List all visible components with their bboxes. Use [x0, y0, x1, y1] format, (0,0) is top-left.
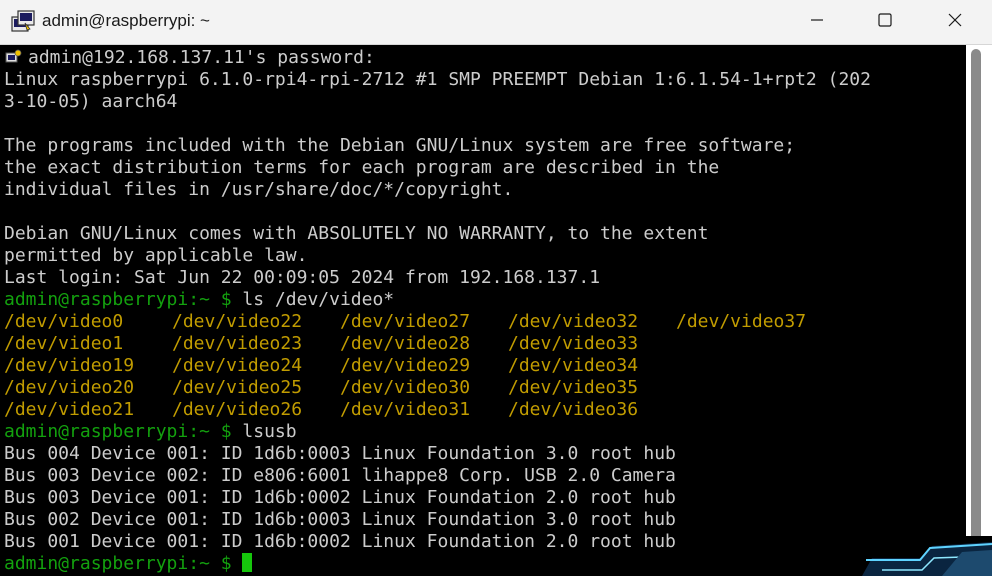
motd-line-2: the exact distribution terms for each pr… — [4, 157, 720, 178]
text-cursor — [242, 553, 253, 572]
shell-prompt: admin@raspberrypi:~ $ — [4, 553, 243, 574]
device-entry: /dev/video32 — [508, 311, 639, 332]
lsusb-output-line: Bus 003 Device 002: ID e806:6001 lihappe… — [4, 465, 676, 486]
command-line-current[interactable]: admin@raspberrypi:~ $ — [4, 553, 966, 575]
warranty-line-1: Debian GNU/Linux comes with ABSOLUTELY N… — [4, 223, 709, 244]
title-bar[interactable]: admin@raspberrypi: ~ — [0, 0, 992, 45]
close-button[interactable] — [920, 0, 990, 44]
device-entry: /dev/video22 — [172, 311, 303, 332]
terminal-window: admin@raspberrypi: ~ admin@192.168.137.1… — [0, 0, 992, 576]
ls-output-row: /dev/video19/dev/video24/dev/video29/dev… — [4, 355, 966, 377]
device-entry: /dev/video0 — [4, 311, 124, 332]
device-entry: /dev/video31 — [340, 399, 471, 420]
window-title: admin@raspberrypi: ~ — [42, 11, 210, 30]
device-entry: /dev/video24 — [172, 355, 303, 376]
device-entry: /dev/video29 — [340, 355, 471, 376]
device-entry: /dev/video28 — [340, 333, 471, 354]
command-line-2: admin@raspberrypi:~ $ lsusb — [4, 421, 966, 443]
device-entry: /dev/video37 — [676, 311, 807, 332]
device-entry: /dev/video33 — [508, 333, 639, 354]
password-prompt-line: admin@192.168.137.11's password: — [4, 47, 966, 69]
lsusb-output-line: Bus 002 Device 001: ID 1d6b:0003 Linux F… — [4, 509, 676, 530]
terminal-output[interactable]: admin@192.168.137.11's password: Linux r… — [0, 45, 966, 576]
minimize-button[interactable] — [782, 0, 852, 44]
key-icon — [4, 48, 22, 66]
device-entry: /dev/video20 — [4, 377, 135, 398]
device-entry: /dev/video36 — [508, 399, 639, 420]
maximize-button[interactable] — [850, 0, 920, 44]
shell-prompt: admin@raspberrypi:~ $ — [4, 421, 243, 442]
ls-output-row: /dev/video1/dev/video23/dev/video28/dev/… — [4, 333, 966, 355]
password-prompt: admin@192.168.137.11's password: — [28, 47, 375, 68]
command-text: lsusb — [242, 421, 297, 442]
ls-output-row: /dev/video21/dev/video26/dev/video31/dev… — [4, 399, 966, 421]
lsusb-output-line: Bus 004 Device 001: ID 1d6b:0003 Linux F… — [4, 443, 676, 464]
device-entry: /dev/video1 — [4, 333, 124, 354]
uname-line-2: 3-10-05) aarch64 — [4, 91, 178, 112]
ls-output-row: /dev/video0/dev/video22/dev/video27/dev/… — [4, 311, 966, 333]
command-line-1: admin@raspberrypi:~ $ ls /dev/video* — [4, 289, 966, 311]
device-entry: /dev/video35 — [508, 377, 639, 398]
device-entry: /dev/video23 — [172, 333, 303, 354]
motd-line-1: The programs included with the Debian GN… — [4, 135, 796, 156]
command-text: ls /dev/video* — [242, 289, 395, 310]
device-entry: /dev/video25 — [172, 377, 303, 398]
lsusb-output-line: Bus 003 Device 001: ID 1d6b:0002 Linux F… — [4, 487, 676, 508]
uname-line-1: Linux raspberrypi 6.1.0-rpi4-rpi-2712 #1… — [4, 69, 871, 90]
device-entry: /dev/video30 — [340, 377, 471, 398]
shell-prompt: admin@raspberrypi:~ $ — [4, 289, 243, 310]
warranty-line-2: permitted by applicable law. — [4, 245, 308, 266]
device-entry: /dev/video27 — [340, 311, 471, 332]
ls-output-row: /dev/video20/dev/video25/dev/video30/dev… — [4, 377, 966, 399]
maximize-icon — [877, 12, 893, 33]
device-entry: /dev/video21 — [4, 399, 135, 420]
vertical-scrollbar[interactable] — [966, 45, 992, 576]
close-icon — [947, 12, 963, 33]
minimize-icon — [809, 12, 825, 33]
device-entry: /dev/video34 — [508, 355, 639, 376]
motd-line-3: individual files in /usr/share/doc/*/cop… — [4, 179, 514, 200]
putty-terminal-icon[interactable] — [10, 9, 36, 35]
device-entry: /dev/video26 — [172, 399, 303, 420]
desktop-wallpaper-fragment — [862, 536, 992, 576]
scrollbar-thumb[interactable] — [971, 49, 981, 569]
device-entry: /dev/video19 — [4, 355, 135, 376]
last-login-line: Last login: Sat Jun 22 00:09:05 2024 fro… — [4, 267, 601, 288]
lsusb-output-line: Bus 001 Device 001: ID 1d6b:0002 Linux F… — [4, 531, 676, 552]
